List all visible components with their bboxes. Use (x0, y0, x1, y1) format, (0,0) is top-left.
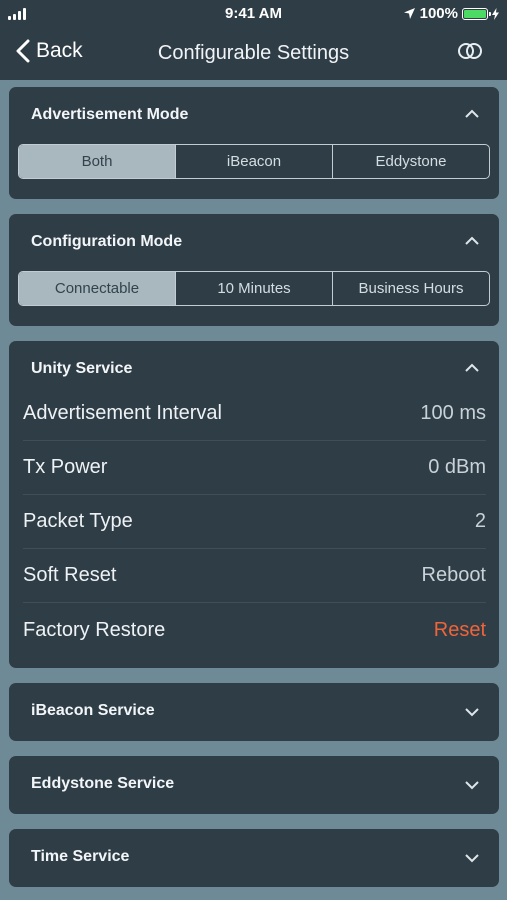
location-arrow-icon (403, 8, 415, 19)
setting-row-factory-restore: Factory Restore Reset (23, 603, 486, 657)
advertisement-mode-header[interactable]: Advertisement Mode (9, 87, 499, 141)
setting-value: 100 ms (420, 402, 486, 424)
segment-both[interactable]: Both (19, 145, 175, 178)
chevron-down-icon (465, 854, 479, 863)
advertisement-mode-segmented-control: Both iBeacon Eddystone (18, 144, 490, 179)
reboot-button[interactable]: Reboot (422, 564, 487, 587)
setting-label: Tx Power (23, 456, 108, 478)
configuration-mode-card: Configuration Mode Connectable 10 Minute… (9, 214, 499, 326)
ibeacon-service-card[interactable]: iBeacon Service (9, 683, 499, 741)
time-service-card[interactable]: Time Service (9, 829, 499, 887)
setting-row-tx-power[interactable]: Tx Power 0 dBm (23, 441, 486, 495)
setting-label: Advertisement Interval (23, 402, 222, 424)
battery-percent: 100% (419, 5, 458, 22)
chevron-down-icon (465, 781, 479, 790)
setting-value: 0 dBm (428, 456, 486, 478)
setting-row-soft-reset: Soft Reset Reboot (23, 549, 486, 603)
card-title: Configuration Mode (31, 233, 183, 250)
card-title: Eddystone Service (31, 775, 175, 792)
link-rings-icon[interactable] (457, 42, 483, 60)
setting-label: Packet Type (23, 510, 133, 532)
status-bar: 9:41 AM 100% (0, 0, 507, 28)
segment-eddystone[interactable]: Eddystone (332, 145, 489, 178)
card-title: Time Service (31, 848, 130, 865)
setting-row-advertisement-interval[interactable]: Advertisement Interval 100 ms (23, 387, 486, 441)
charging-bolt-icon (492, 7, 499, 20)
chevron-up-icon (465, 363, 479, 372)
advertisement-mode-card: Advertisement Mode Both iBeacon Eddyston… (9, 87, 499, 199)
reset-button[interactable]: Reset (434, 619, 486, 642)
segment-ibeacon[interactable]: iBeacon (175, 145, 332, 178)
configuration-mode-segmented-control: Connectable 10 Minutes Business Hours (18, 271, 490, 306)
segment-connectable[interactable]: Connectable (19, 272, 175, 305)
setting-row-packet-type[interactable]: Packet Type 2 (23, 495, 486, 549)
page-title: Configurable Settings (157, 42, 350, 64)
chevron-up-icon (465, 109, 479, 118)
unity-service-card: Unity Service Advertisement Interval 100… (9, 341, 499, 668)
segment-10-minutes[interactable]: 10 Minutes (175, 272, 332, 305)
setting-value: 2 (474, 510, 486, 532)
segment-business-hours[interactable]: Business Hours (332, 272, 489, 305)
battery-icon (462, 7, 491, 20)
chevron-down-icon (465, 708, 479, 717)
configuration-mode-header[interactable]: Configuration Mode (9, 214, 499, 268)
setting-label: Soft Reset (23, 564, 117, 586)
card-title: Unity Service (31, 360, 133, 377)
chevron-up-icon (465, 236, 479, 245)
card-title: iBeacon Service (31, 702, 155, 719)
card-title: Advertisement Mode (31, 106, 189, 123)
setting-label: Factory Restore (23, 618, 166, 641)
navigation-bar: 9:41 AM 100% Back Configurable Settings (0, 0, 507, 80)
eddystone-service-card[interactable]: Eddystone Service (9, 756, 499, 814)
